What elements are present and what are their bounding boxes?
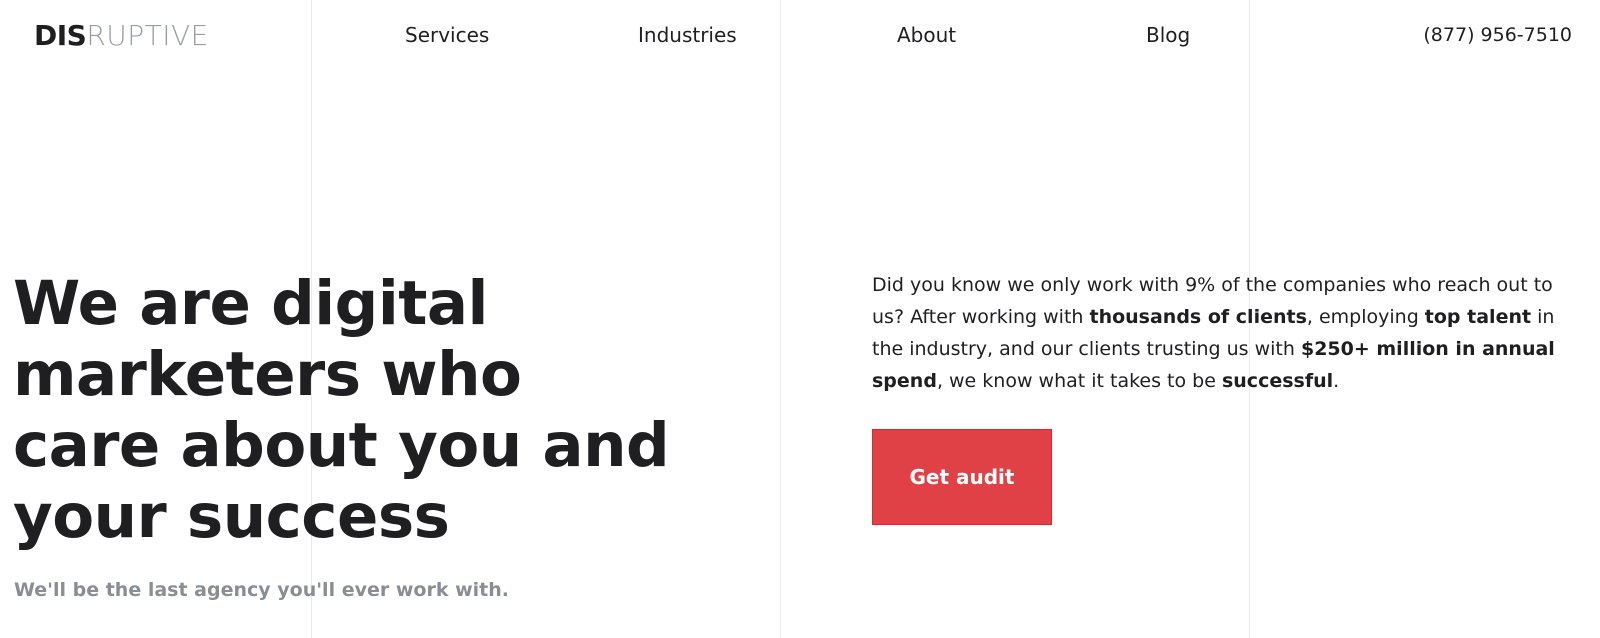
hero-heading: We are digital marketers who care about …: [13, 268, 713, 552]
nav-blog-link[interactable]: Blog: [1146, 22, 1190, 48]
hero-heading-line: your success: [13, 481, 450, 552]
nav-about-link[interactable]: About: [897, 22, 956, 48]
paragraph-text: , employing: [1306, 306, 1425, 328]
hero-heading-line: care about you and: [13, 410, 670, 481]
get-audit-button[interactable]: Get audit: [872, 429, 1052, 525]
paragraph-emphasis: successful: [1221, 370, 1334, 392]
hero-subheading: We'll be the last agency you'll ever wor…: [14, 579, 509, 601]
hero-heading-line: marketers who: [13, 339, 522, 410]
paragraph-emphasis: top talent: [1424, 306, 1532, 328]
paragraph-text: , we know what it takes to be: [936, 370, 1222, 392]
logo[interactable]: DISRUPTIVE: [34, 18, 209, 54]
page: DISRUPTIVE Services Industries About Blo…: [0, 0, 1600, 638]
phone-link[interactable]: (877) 956-7510: [1423, 22, 1572, 48]
nav-services-link[interactable]: Services: [405, 22, 489, 48]
hero-paragraph: Did you know we only work with 9% of the…: [872, 269, 1572, 397]
logo-strong-text: DIS: [34, 19, 87, 52]
hero-heading-line: We are digital: [13, 268, 488, 339]
grid-line: [780, 0, 781, 638]
paragraph-text: .: [1333, 370, 1340, 392]
nav-industries-link[interactable]: Industries: [638, 22, 737, 48]
logo-light-text: RUPTIVE: [86, 19, 209, 52]
paragraph-emphasis: thousands of clients: [1089, 306, 1307, 328]
